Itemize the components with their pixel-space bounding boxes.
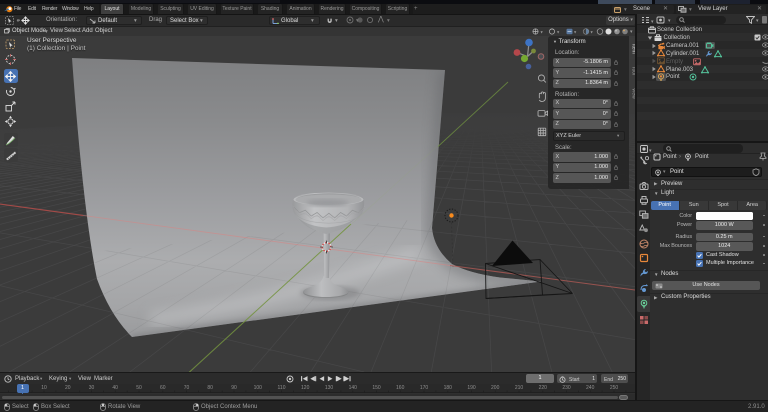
svg-text:▾: ▾ [557,30,560,35]
svg-text:▾: ▾ [574,30,577,35]
svg-text:▾: ▾ [591,30,594,35]
svg-text:▾: ▾ [651,19,654,24]
